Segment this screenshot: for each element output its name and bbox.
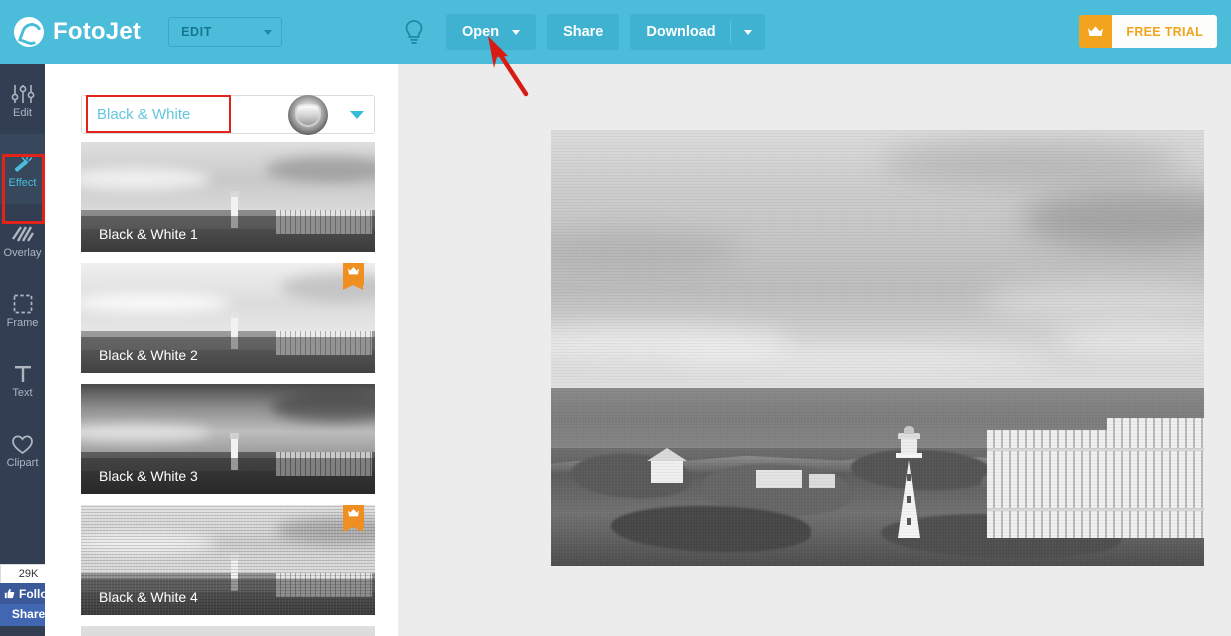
lightbulb-icon[interactable] — [397, 15, 431, 49]
lighthouse-window — [907, 496, 911, 503]
house-roof — [647, 448, 687, 461]
brand-zone: FotoJet EDIT — [0, 0, 397, 64]
effect-name: Black & White 2 — [81, 337, 375, 373]
effect-category-value: Black & White — [97, 106, 191, 123]
magic-wand-icon — [11, 149, 35, 175]
effect-preview-thumbnail — [81, 626, 375, 636]
chevron-down-icon — [512, 29, 521, 35]
frame-border-icon — [12, 289, 34, 315]
sidebar-item-label: Overlay — [3, 247, 42, 259]
sidebar-item-label: Clipart — [6, 457, 39, 469]
lighthouse-window — [907, 474, 911, 481]
top-bar: FotoJet EDIT Open Share Download FREE TR… — [0, 0, 1231, 64]
crown-icon — [343, 263, 364, 290]
lighthouse-window — [907, 518, 911, 525]
picket-fence — [987, 430, 1107, 538]
chevron-down-icon — [264, 29, 273, 35]
effect-name: Black & White 1 — [81, 216, 375, 252]
share-button-label: Share — [563, 23, 604, 40]
brand-name: FotoJet — [53, 18, 142, 45]
photo-sky — [551, 130, 1204, 388]
effect-list[interactable]: Black & White 1 Black & White 2 Black & … — [81, 142, 375, 636]
free-trial-label: FREE TRIAL — [1112, 15, 1217, 48]
sidebar-item-label: Effect — [8, 177, 37, 189]
sidebar-item-label: Text — [12, 387, 33, 399]
download-dropdown-toggle[interactable] — [731, 14, 765, 50]
sidebar-item-label: Frame — [6, 317, 39, 329]
mode-select-edit[interactable]: EDIT — [168, 17, 283, 47]
open-button[interactable]: Open — [446, 14, 537, 50]
fence-rail — [987, 448, 1204, 451]
list-item[interactable]: Black & White 2 — [81, 263, 375, 373]
edited-photo[interactable] — [551, 130, 1204, 566]
effect-name: Black & White 4 — [81, 579, 375, 615]
list-item[interactable]: Black & White 4 — [81, 505, 375, 615]
crown-icon — [1079, 15, 1113, 48]
share-button[interactable]: Share — [547, 14, 620, 50]
picket-fence — [1107, 418, 1204, 538]
mode-select-label: EDIT — [181, 25, 212, 39]
toolbar-actions: Open Share Download — [397, 14, 765, 50]
keepers-house — [651, 461, 683, 483]
open-button-label: Open — [462, 23, 500, 40]
canvas-workspace[interactable] — [398, 64, 1231, 636]
chevron-down-icon — [743, 29, 752, 35]
sliders-icon — [11, 79, 35, 105]
sidebar-item-label: Edit — [13, 107, 32, 119]
sidebar-item-edit[interactable]: Edit — [0, 64, 45, 134]
lighthouse-roof-cap — [904, 426, 914, 434]
lighthouse-lamp-room — [898, 433, 920, 454]
chevron-down-icon[interactable] — [340, 110, 374, 119]
list-item[interactable]: Black & White 3 — [81, 384, 375, 494]
text-t-icon — [12, 359, 34, 385]
outbuilding — [756, 470, 802, 488]
list-item[interactable] — [81, 626, 375, 636]
list-item[interactable]: Black & White 1 — [81, 142, 375, 252]
heart-icon — [11, 429, 34, 455]
download-button-label: Download — [646, 23, 716, 40]
diagonal-stripes-icon — [11, 219, 34, 245]
sidebar-item-clipart[interactable]: Clipart — [0, 414, 45, 484]
sidebar-item-text[interactable]: Text — [0, 344, 45, 414]
effect-category-dropdown[interactable]: Black & White — [81, 94, 375, 135]
sidebar-item-overlay[interactable]: Overlay — [0, 204, 45, 274]
effects-panel: Black & White Black & White 1 Black & Wh… — [45, 64, 398, 636]
effect-name: Black & White 3 — [81, 458, 375, 494]
download-button[interactable]: Download — [630, 14, 765, 50]
sidebar-item-frame[interactable]: Frame — [0, 274, 45, 344]
outbuilding — [809, 474, 835, 488]
left-tool-rail: Edit Effect Overlay Frame Text Clipart — [0, 64, 45, 636]
sidebar-item-effect[interactable]: Effect — [0, 134, 45, 204]
fotojet-editor-window: FotoJet EDIT Open Share Download FREE TR… — [0, 0, 1231, 636]
coffee-cup-thumbnail-icon — [288, 94, 328, 135]
fotojet-swirl-logo-icon[interactable] — [14, 17, 44, 47]
fence-rail — [987, 508, 1204, 511]
free-trial-button[interactable]: FREE TRIAL — [1079, 15, 1217, 48]
crown-icon — [343, 505, 364, 532]
facebook-share-label: Share — [11, 607, 46, 621]
thumbs-up-icon — [4, 588, 15, 599]
